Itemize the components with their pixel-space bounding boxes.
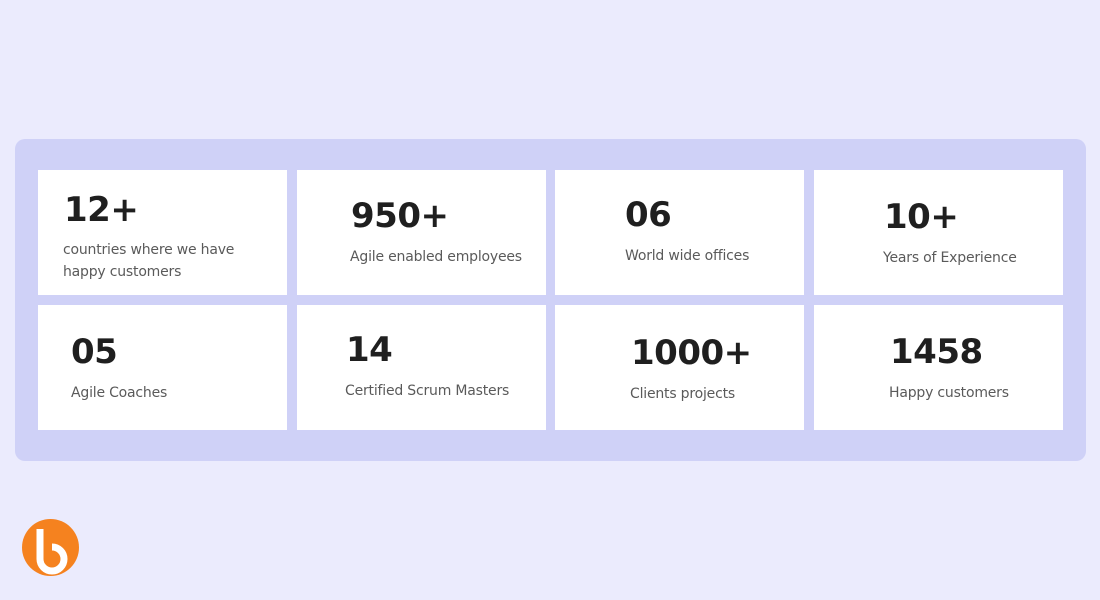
brand-logo-icon (22, 519, 79, 576)
stat-label: Agile Coaches (71, 385, 168, 401)
stat-card-countries: 12+ countries where we have happy custom… (38, 170, 287, 295)
stat-value: 10+ (884, 197, 959, 237)
stats-panel: 12+ countries where we have happy custom… (15, 139, 1086, 461)
stat-card-coaches: 05 Agile Coaches (38, 305, 287, 430)
stat-label: Agile enabled employees (350, 249, 522, 265)
stat-card-scrum-masters: 14 Certified Scrum Masters (297, 305, 546, 430)
stat-value: 06 (625, 195, 672, 235)
stat-value: 14 (346, 330, 393, 370)
stat-value: 950+ (351, 196, 449, 236)
stat-card-employees: 950+ Agile enabled employees (297, 170, 546, 295)
stat-label: countries where we have happy customers (63, 242, 235, 280)
stat-card-experience: 10+ Years of Experience (814, 170, 1063, 295)
stat-label: World wide offices (625, 248, 750, 264)
stat-value: 05 (71, 332, 118, 372)
stat-value: 1458 (890, 332, 983, 372)
stat-label: Clients projects (630, 386, 735, 402)
stat-label: Years of Experience (883, 250, 1017, 266)
stat-card-offices: 06 World wide offices (555, 170, 804, 295)
stat-value: 12+ (64, 190, 139, 230)
stat-card-happy-customers: 1458 Happy customers (814, 305, 1063, 430)
stat-card-client-projects: 1000+ Clients projects (555, 305, 804, 430)
stat-label: Happy customers (889, 385, 1009, 401)
stat-value: 1000+ (631, 333, 752, 373)
stat-label: Certified Scrum Masters (345, 383, 510, 399)
